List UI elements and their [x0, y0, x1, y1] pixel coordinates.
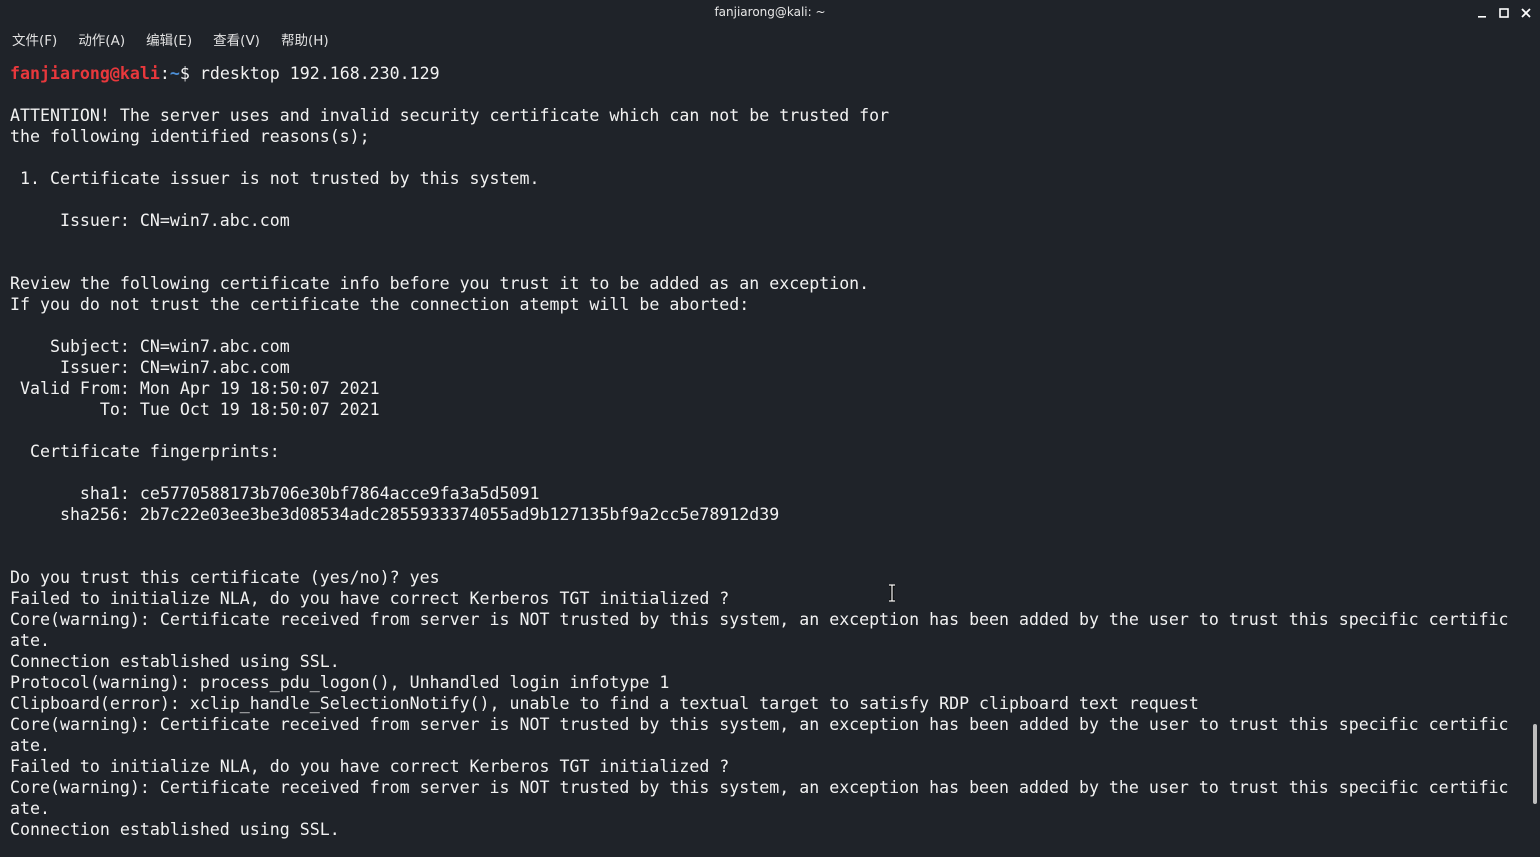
terminal-line: Failed to initialize NLA, do you have co…	[10, 757, 730, 776]
terminal-line: Review the following certificate info be…	[10, 274, 870, 293]
terminal-line: Connection established using SSL.	[10, 820, 340, 839]
i-beam-cursor-icon	[889, 584, 895, 602]
terminal-line: ate.	[10, 631, 50, 650]
prompt-user-host: fanjiarong@kali	[10, 64, 160, 83]
prompt-separator: :	[159, 64, 170, 83]
terminal-line: Issuer: CN=win7.abc.com	[10, 211, 290, 230]
prompt-line: fanjiarong@kali:~$ rdesktop 192.168.230.…	[10, 63, 1530, 84]
terminal-line: If you do not trust the certificate the …	[10, 295, 750, 314]
maximize-icon	[1499, 8, 1509, 18]
menu-actions[interactable]: 动作(A)	[69, 28, 134, 54]
title-bar[interactable]: fanjiarong@kali: ~	[0, 0, 1540, 26]
menu-edit[interactable]: 编辑(E)	[137, 28, 201, 54]
terminal-line: Issuer: CN=win7.abc.com	[10, 358, 290, 377]
terminal-line: the following identified reasons(s);	[10, 127, 370, 146]
terminal-line: Do you trust this certificate (yes/no)? …	[10, 568, 440, 587]
terminal-line: ate.	[10, 736, 50, 755]
terminal-line: sha256: 2b7c22e03ee3be3d08534adc28559333…	[10, 505, 780, 524]
minimize-icon	[1478, 16, 1486, 18]
prompt-command: rdesktop 192.168.230.129	[199, 64, 440, 83]
minimize-button[interactable]	[1472, 3, 1492, 23]
terminal-output[interactable]: fanjiarong@kali:~$ rdesktop 192.168.230.…	[10, 63, 1530, 840]
terminal-lines: ATTENTION! The server uses and invalid s…	[10, 84, 1530, 840]
terminal-line: Clipboard(error): xclip_handle_Selection…	[10, 694, 1199, 713]
terminal-line: Failed to initialize NLA, do you have co…	[10, 589, 730, 608]
prompt-path: ~	[169, 64, 180, 83]
terminal-line: sha1: ce5770588173b706e30bf7864acce9fa3a…	[10, 484, 540, 503]
menu-view[interactable]: 查看(V)	[204, 28, 269, 54]
close-icon	[1521, 8, 1531, 18]
terminal-line: Valid From: Mon Apr 19 18:50:07 2021	[10, 379, 380, 398]
window-title: fanjiarong@kali: ~	[714, 5, 826, 19]
terminal-line: ATTENTION! The server uses and invalid s…	[10, 106, 890, 125]
terminal-line: Certificate fingerprints:	[10, 442, 280, 461]
terminal-line: To: Tue Oct 19 18:50:07 2021	[10, 400, 380, 419]
close-button[interactable]	[1516, 3, 1536, 23]
maximize-button[interactable]	[1494, 3, 1514, 23]
terminal-line: Subject: CN=win7.abc.com	[10, 337, 290, 356]
terminal-line: Connection established using SSL.	[10, 652, 340, 671]
menu-help[interactable]: 帮助(H)	[272, 28, 338, 54]
terminal-window: fanjiarong@kali: ~ 文件(F) 动作(A) 编辑(E) 查看(…	[0, 0, 1540, 857]
menu-file[interactable]: 文件(F)	[3, 28, 66, 54]
window-controls	[1472, 3, 1536, 23]
scrollbar-thumb[interactable]	[1533, 724, 1537, 804]
prompt-dollar: $	[179, 64, 200, 83]
terminal-line: 1. Certificate issuer is not trusted by …	[10, 169, 540, 188]
terminal-line: Core(warning): Certificate received from…	[10, 715, 1509, 734]
terminal-line: Core(warning): Certificate received from…	[10, 610, 1509, 629]
terminal-line: Core(warning): Certificate received from…	[10, 778, 1509, 797]
menu-bar: 文件(F) 动作(A) 编辑(E) 查看(V) 帮助(H)	[0, 28, 1540, 54]
terminal-line: Protocol(warning): process_pdu_logon(), …	[10, 673, 670, 692]
terminal-line: ate.	[10, 799, 50, 818]
